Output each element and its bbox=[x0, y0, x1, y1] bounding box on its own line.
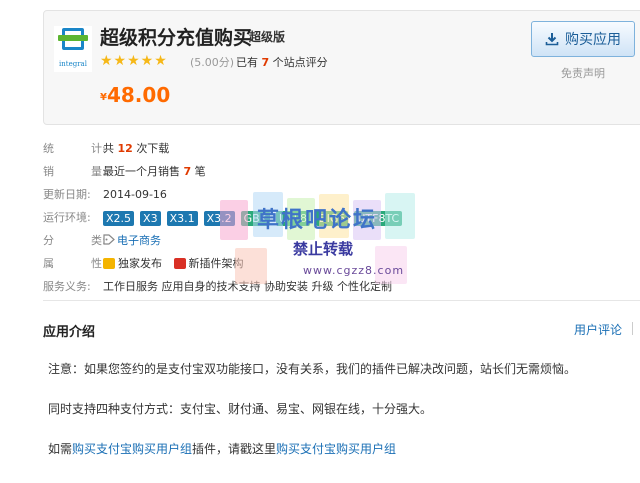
purchase-plugin-link[interactable]: 购买支付宝购买用户组 bbox=[72, 442, 192, 456]
service-label: 服务义务: bbox=[43, 280, 91, 293]
new-arch-icon bbox=[173, 258, 186, 269]
app-info-list: 统计: 共 12 次下载 销量: 最近一个月销售 7 笔 更新日期: 2014-… bbox=[43, 137, 633, 298]
category-link[interactable]: 电子商务 bbox=[117, 234, 161, 247]
rating-stars-icon: ★★★★★ bbox=[100, 53, 168, 69]
rating-prefix: 已有 bbox=[236, 56, 258, 69]
env-tags: X2.5 X3 X3.1 X3.2 GBK UTF8 BIG5 UTF8TC bbox=[103, 206, 408, 229]
rating-suffix: 个站点评分 bbox=[272, 56, 328, 69]
info-row-category: 分类: 电子商务 bbox=[43, 229, 633, 252]
info-row-updated: 更新日期: 2014-09-16 bbox=[43, 183, 633, 206]
download-icon bbox=[545, 33, 559, 46]
exclusive-badge-text: 独家发布 bbox=[118, 257, 162, 270]
downloads-prefix: 共 bbox=[103, 142, 114, 155]
intro-p3-prefix: 如需 bbox=[48, 442, 73, 456]
currency-symbol: ¥ bbox=[100, 92, 107, 103]
info-row-env: 运行环境: X2.5 X3 X3.1 X3.2 GBK UTF8 BIG5 UTF8TC bbox=[43, 206, 633, 229]
downloads-suffix: 次下载 bbox=[136, 142, 170, 155]
buy-button-label: 购买应用 bbox=[565, 32, 621, 48]
env-tag: X3.1 bbox=[166, 210, 198, 226]
edition-label: 超级版 bbox=[249, 30, 286, 44]
product-title: 超级积分充值购买 bbox=[100, 27, 253, 49]
env-tag: X3.2 bbox=[203, 210, 235, 226]
service-value: 工作日服务 应用自身的技术支持 协助安装 升级 个性化定制 bbox=[103, 280, 392, 293]
intro-paragraph-1: 注意：如果您签约的是支付宝双功能接口，没有关系，我们的插件已解决改问题，站长们无… bbox=[48, 362, 577, 376]
product-header-card: integral 超级积分充值购买 超级版 ★★★★★ (5.00分) 已有 7… bbox=[43, 10, 640, 125]
purchase-plugin-link-2[interactable]: 购买支付宝购买用户组 bbox=[276, 442, 396, 456]
env-tag: GBK bbox=[240, 210, 270, 226]
logo-bar-icon bbox=[58, 35, 88, 41]
rating-score: (5.00分) bbox=[190, 56, 235, 69]
app-logo: integral bbox=[54, 26, 92, 72]
downloads-label: 统 bbox=[43, 142, 54, 155]
disclaimer-link[interactable]: 免责声明 bbox=[561, 65, 605, 81]
section-divider bbox=[43, 300, 640, 301]
info-row-service: 服务义务: 工作日服务 应用自身的技术支持 协助安装 升级 个性化定制 bbox=[43, 275, 633, 298]
intro-section-title: 应用介绍 bbox=[43, 325, 96, 340]
updated-label: 更新日期: bbox=[43, 188, 91, 201]
sales-prefix: 最近一个月销售 bbox=[103, 165, 180, 178]
exclusive-icon bbox=[103, 258, 115, 269]
buy-app-button[interactable]: 购买应用 bbox=[531, 21, 635, 57]
logo-word: integral bbox=[59, 60, 87, 68]
env-label: 运行环境: bbox=[43, 211, 91, 224]
sales-count: 7 bbox=[183, 165, 192, 178]
rating-count: 7 bbox=[261, 56, 270, 69]
env-tag: BIG5 bbox=[316, 210, 349, 226]
downloads-count: 12 bbox=[117, 142, 133, 155]
info-row-attributes: 属性: 独家发布 新插件架构 bbox=[43, 252, 633, 275]
rating-count-text: 已有 7 个站点评分 bbox=[236, 54, 328, 70]
category-label: 分 bbox=[43, 234, 54, 247]
user-reviews-link[interactable]: 用户评论 bbox=[574, 321, 622, 338]
price-value: 48.00 bbox=[106, 83, 171, 107]
env-tag: UTF8 bbox=[275, 210, 311, 226]
tab-separator bbox=[632, 322, 633, 335]
env-tag: X2.5 bbox=[103, 210, 135, 226]
intro-paragraph-3: 如需购买支付宝购买用户组插件，请戳这里购买支付宝购买用户组 bbox=[48, 440, 396, 457]
updated-date: 2014-09-16 bbox=[103, 188, 167, 201]
intro-p3-middle: 插件，请戳这里 bbox=[192, 442, 277, 456]
env-tag: X3 bbox=[140, 210, 161, 226]
new-arch-badge-text: 新插件架构 bbox=[188, 257, 244, 270]
intro-paragraph-2: 同时支持四种支付方式：支付宝、财付通、易宝、网银在线，十分强大。 bbox=[48, 402, 433, 416]
sales-label: 销 bbox=[43, 165, 54, 178]
price: ¥48.00 bbox=[100, 83, 170, 107]
info-row-sales: 销量: 最近一个月销售 7 笔 bbox=[43, 160, 633, 183]
tag-icon bbox=[103, 234, 115, 245]
info-row-downloads: 统计: 共 12 次下载 bbox=[43, 137, 633, 160]
attributes-label: 属 bbox=[43, 257, 54, 270]
sales-suffix: 笔 bbox=[194, 165, 206, 178]
env-tag: UTF8TC bbox=[354, 210, 403, 226]
